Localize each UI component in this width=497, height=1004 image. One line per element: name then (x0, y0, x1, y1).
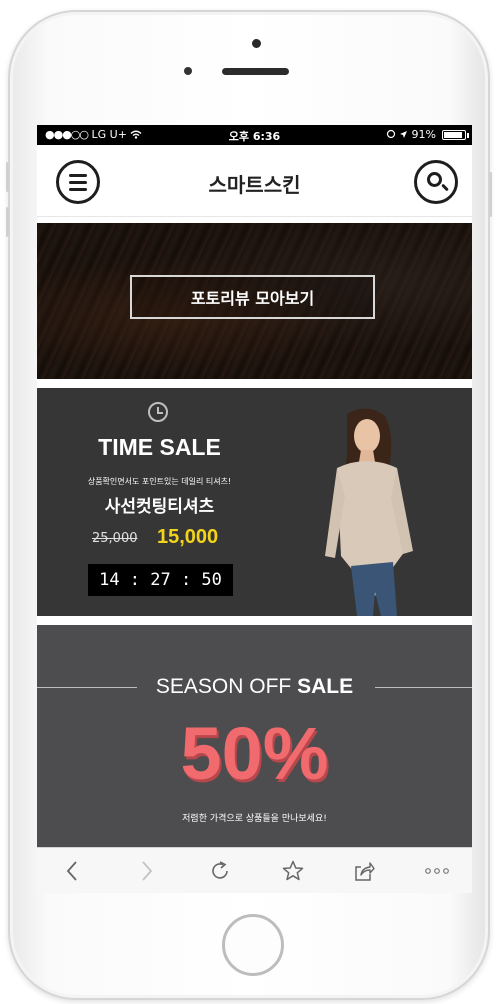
back-icon (66, 861, 77, 881)
reload-button[interactable] (205, 856, 235, 886)
more-icon (425, 868, 449, 874)
status-right: 91% (386, 128, 436, 141)
discount-percent: 50% (180, 712, 329, 795)
status-bar: ●●●○○ LG U+ 오후 6:36 91% (37, 125, 472, 145)
location-icon (399, 128, 412, 141)
home-button[interactable] (222, 914, 284, 976)
reload-icon (212, 861, 228, 879)
season-sale-caption: 저렴한 가격으로 상품들을 만나보세요! (182, 814, 327, 824)
power-button (489, 172, 492, 217)
season-sale-title-light: SEASON OFF (155, 675, 298, 698)
clock-icon (148, 402, 168, 422)
divider (37, 379, 472, 388)
battery-icon (442, 130, 469, 140)
bookmark-star-icon (282, 860, 304, 881)
photo-review-button[interactable]: 포토리뷰 모아보기 (130, 275, 375, 319)
volume-button (6, 207, 9, 237)
model-photo (325, 408, 413, 616)
share-icon (355, 862, 375, 881)
share-button[interactable] (349, 856, 379, 886)
app-header: 스마트스킨 (37, 145, 472, 217)
season-sale-title-bold: SALE (297, 675, 354, 698)
time-sale-title: TIME SALE (98, 434, 221, 460)
battery-fill (444, 132, 463, 138)
browser-toolbar (37, 847, 472, 893)
sale-price: 15,000 (157, 526, 219, 548)
countdown-timer: 14 : 27 : 50 (88, 564, 233, 596)
search-button[interactable] (414, 160, 458, 204)
battery-percent: 91% (411, 128, 436, 141)
more-button[interactable] (422, 856, 452, 886)
volume-button (6, 162, 9, 192)
time-sale-subtitle: 상품확인면서도 포인트있는 데일리 티셔츠! (87, 477, 232, 486)
product-name: 사선컷팅티셔츠 (104, 497, 215, 517)
season-sale-banner[interactable]: SEASON OFF SALE 50% 저렴한 가격으로 상품들을 만나보세요! (37, 625, 472, 850)
proximity-sensor (184, 67, 192, 75)
forward-button[interactable] (132, 856, 162, 886)
front-camera (252, 39, 261, 48)
original-price: 25,000 (92, 531, 138, 546)
forward-icon (142, 861, 153, 881)
time-sale-banner[interactable]: TIME SALE 상품확인면서도 포인트있는 데일리 티셔츠! 사선컷팅티셔츠… (37, 388, 472, 616)
bookmark-button[interactable] (278, 856, 308, 886)
back-button[interactable] (57, 856, 87, 886)
app-title: 스마트스킨 (208, 173, 301, 197)
search-icon (427, 172, 442, 187)
earpiece-speaker (222, 68, 289, 75)
lock-rotation-icon (386, 128, 400, 141)
search-icon-handle (441, 183, 449, 192)
photo-review-banner[interactable]: 포토리뷰 모아보기 (37, 223, 472, 379)
season-sale-title: SEASON OFF SALE (37, 675, 472, 699)
phone-screen: ●●●○○ LG U+ 오후 6:36 91% 스마트스킨 포토리뷰 모아보기 … (37, 125, 472, 893)
divider (37, 616, 472, 625)
